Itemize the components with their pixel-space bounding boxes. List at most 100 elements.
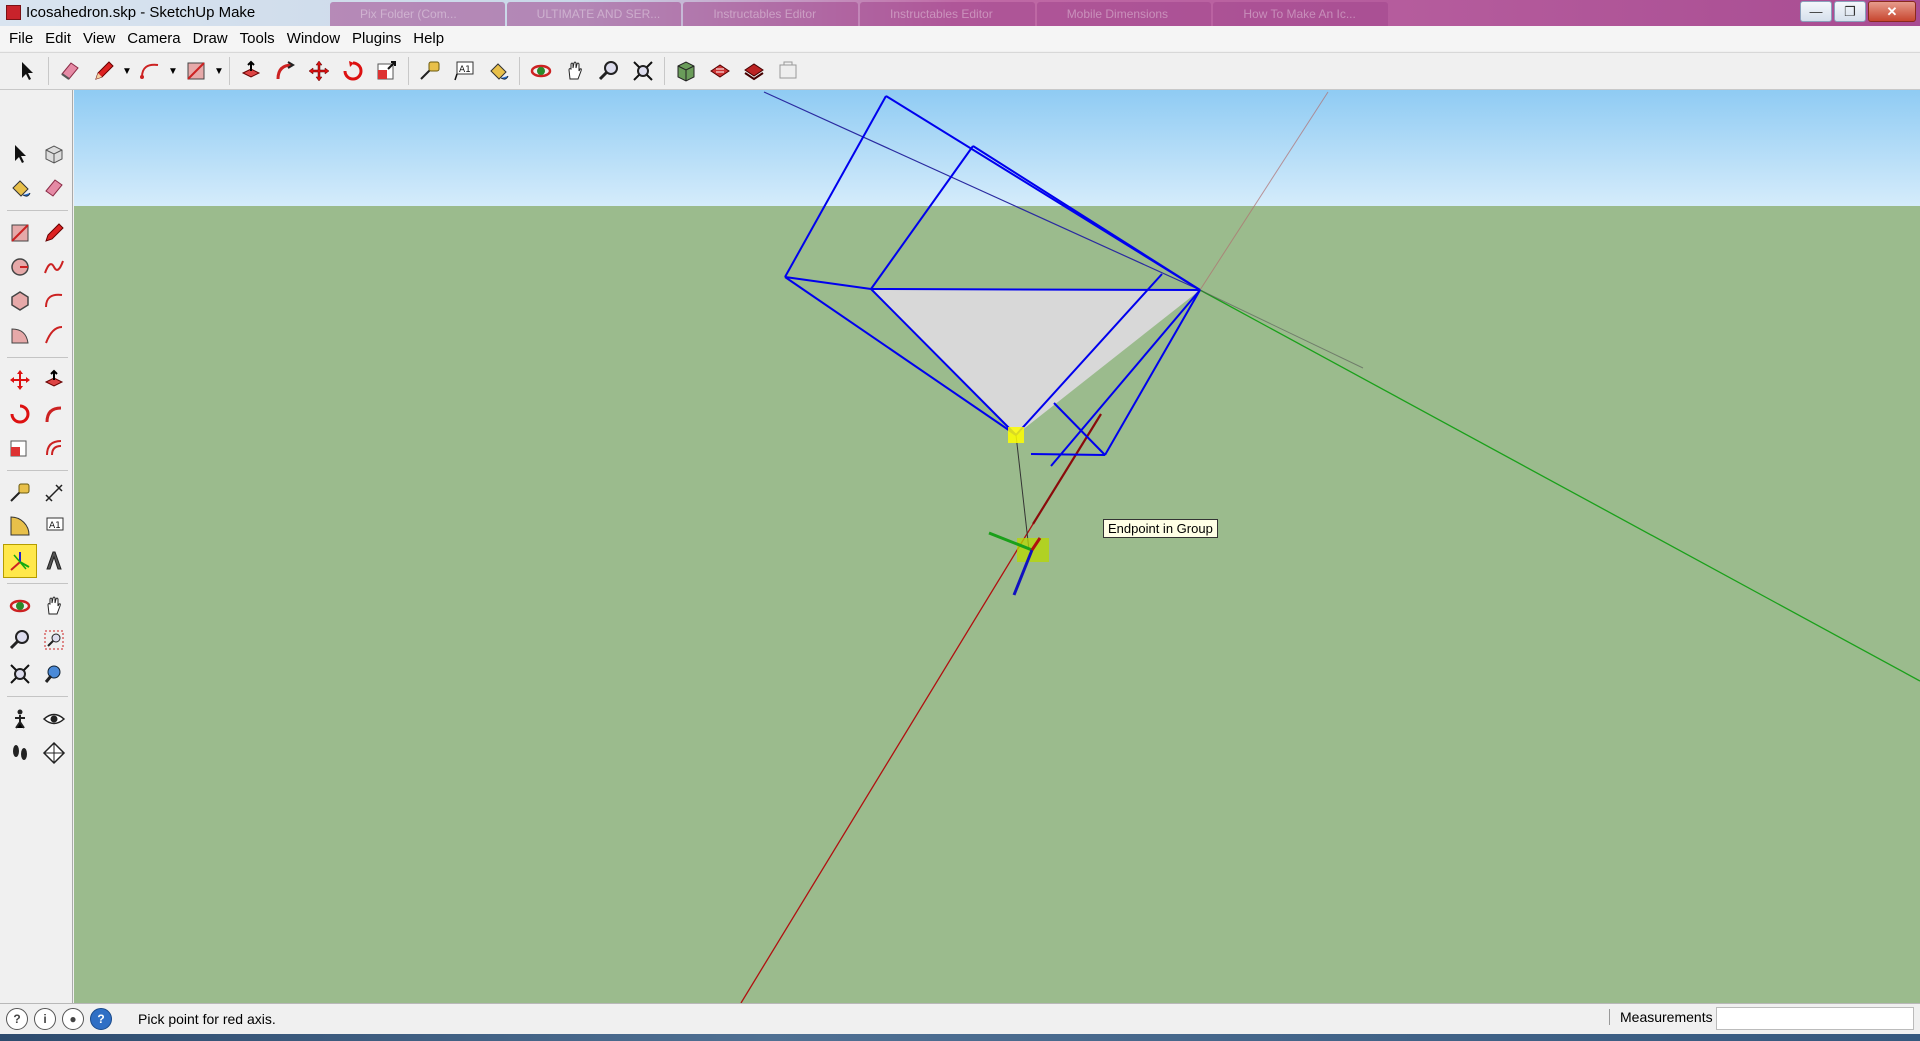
orbit-icon bbox=[530, 64, 552, 78]
svg-text:A1: A1 bbox=[459, 65, 471, 75]
menu-camera[interactable]: Camera bbox=[121, 26, 186, 51]
protractor-icon bbox=[10, 516, 30, 536]
follow-me-tool-button[interactable] bbox=[268, 56, 302, 86]
close-button[interactable]: ✕ bbox=[1868, 1, 1916, 22]
orbit-tool-button[interactable] bbox=[524, 56, 558, 86]
pan-tool-button[interactable] bbox=[558, 56, 592, 86]
inference-tooltip: Endpoint in Group bbox=[1103, 519, 1218, 538]
text-tool-button[interactable]: A1 bbox=[447, 56, 481, 86]
window-controls: — ❐ ✕ bbox=[1800, 1, 1916, 22]
model-canvas[interactable] bbox=[74, 90, 1920, 1003]
push-pull-tool-button[interactable] bbox=[37, 363, 71, 397]
rotate-tool-button[interactable] bbox=[336, 56, 370, 86]
section-plane-tool-button[interactable] bbox=[37, 736, 71, 770]
walk-tool-button[interactable] bbox=[3, 736, 37, 770]
two-point-arc-tool-button[interactable] bbox=[3, 318, 37, 352]
make-component-button[interactable] bbox=[37, 137, 71, 171]
share-model-button[interactable] bbox=[703, 56, 737, 86]
text-tool-button[interactable]: A1 bbox=[37, 510, 71, 544]
get-models-button[interactable] bbox=[737, 56, 771, 86]
menu-edit[interactable]: Edit bbox=[39, 26, 77, 51]
eraser-tool-button[interactable] bbox=[37, 171, 71, 205]
sketchup-app-icon bbox=[6, 5, 21, 20]
zoom-extents-icon bbox=[10, 664, 30, 684]
zoom-extents-tool-button[interactable] bbox=[3, 657, 37, 691]
eye-icon bbox=[42, 713, 66, 725]
menu-tools[interactable]: Tools bbox=[234, 26, 281, 51]
3d-text-tool-button[interactable] bbox=[37, 544, 71, 578]
toolbar-separator bbox=[7, 352, 68, 358]
pencil-dropdown[interactable]: ▼ bbox=[121, 66, 133, 77]
arc-tool-button[interactable] bbox=[37, 284, 71, 318]
pencil-tool-button[interactable] bbox=[87, 56, 121, 86]
axes-tool-button[interactable] bbox=[3, 544, 37, 578]
menu-view[interactable]: View bbox=[77, 26, 121, 51]
minimize-icon: — bbox=[1809, 4, 1823, 19]
menu-help[interactable]: Help bbox=[407, 26, 450, 51]
toolbar-separator bbox=[519, 57, 520, 85]
offset-tool-button[interactable] bbox=[37, 431, 71, 465]
window-title: Icosahedron.skp - SketchUp Make bbox=[26, 4, 256, 21]
status-bar: ? i ● ? Pick point for red axis. Measure… bbox=[0, 1003, 1920, 1034]
scale-tool-button[interactable] bbox=[370, 56, 404, 86]
toolbar-separator bbox=[7, 205, 68, 211]
zoom-extents-tool-button[interactable] bbox=[626, 56, 660, 86]
paint-bucket-tool-button[interactable] bbox=[481, 56, 515, 86]
user-account-icon[interactable]: ● bbox=[62, 1008, 84, 1030]
pencil-icon bbox=[95, 61, 114, 80]
geo-location-icon[interactable]: ? bbox=[6, 1008, 28, 1030]
zoom-window-tool-button[interactable] bbox=[37, 623, 71, 657]
eraser-tool-button[interactable] bbox=[53, 56, 87, 86]
share-model-icon bbox=[710, 64, 730, 78]
select-tool-button[interactable] bbox=[3, 137, 37, 171]
scale-icon bbox=[377, 61, 396, 80]
rotate-tool-button[interactable] bbox=[3, 397, 37, 431]
menu-plugins[interactable]: Plugins bbox=[346, 26, 407, 51]
model-viewport[interactable]: Endpoint in Group bbox=[74, 90, 1920, 1003]
tape-measure-tool-button[interactable] bbox=[3, 476, 37, 510]
three-point-arc-tool-button[interactable] bbox=[37, 318, 71, 352]
maximize-button[interactable]: ❐ bbox=[1834, 1, 1866, 22]
line-tool-button[interactable] bbox=[37, 216, 71, 250]
orbit-tool-button[interactable] bbox=[3, 589, 37, 623]
scale-tool-button[interactable] bbox=[3, 431, 37, 465]
paint-bucket-tool-button[interactable] bbox=[3, 171, 37, 205]
polygon-tool-button[interactable] bbox=[3, 284, 37, 318]
follow-me-tool-button[interactable] bbox=[37, 397, 71, 431]
tape-measure-tool-button[interactable] bbox=[413, 56, 447, 86]
toolbar-separator bbox=[48, 57, 49, 85]
previous-view-button[interactable] bbox=[37, 657, 71, 691]
pan-tool-button[interactable] bbox=[37, 589, 71, 623]
move-tool-button[interactable] bbox=[3, 363, 37, 397]
push-pull-tool-button[interactable] bbox=[234, 56, 268, 86]
freehand-tool-button[interactable] bbox=[37, 250, 71, 284]
zoom-tool-button[interactable] bbox=[3, 623, 37, 657]
zoom-tool-button[interactable] bbox=[592, 56, 626, 86]
move-tool-button[interactable] bbox=[302, 56, 336, 86]
section-plane-icon bbox=[42, 741, 66, 765]
menu-window[interactable]: Window bbox=[281, 26, 346, 51]
rectangle-tool-button[interactable] bbox=[179, 56, 213, 86]
3d-warehouse-button[interactable] bbox=[669, 56, 703, 86]
credits-icon[interactable]: i bbox=[34, 1008, 56, 1030]
arc-dropdown[interactable]: ▼ bbox=[167, 66, 179, 77]
rectangle-tool-button[interactable] bbox=[3, 216, 37, 250]
circle-icon bbox=[11, 258, 29, 276]
circle-tool-button[interactable] bbox=[3, 250, 37, 284]
rectangle-dropdown[interactable]: ▼ bbox=[213, 66, 225, 77]
extension-button[interactable] bbox=[771, 56, 805, 86]
rotate-icon bbox=[10, 404, 30, 424]
minimize-button[interactable]: — bbox=[1800, 1, 1832, 22]
protractor-tool-button[interactable] bbox=[3, 510, 37, 544]
arc-tool-button[interactable] bbox=[133, 56, 167, 86]
instructor-help-icon[interactable]: ? bbox=[90, 1008, 112, 1030]
move-icon bbox=[10, 370, 30, 390]
select-tool-button[interactable] bbox=[10, 56, 44, 86]
menu-file[interactable]: File bbox=[3, 26, 39, 51]
position-camera-tool-button[interactable] bbox=[3, 702, 37, 736]
menu-draw[interactable]: Draw bbox=[187, 26, 234, 51]
measurements-input[interactable] bbox=[1716, 1007, 1914, 1030]
background-tab: Mobile Dimensions bbox=[1036, 2, 1212, 26]
look-around-tool-button[interactable] bbox=[37, 702, 71, 736]
dimension-tool-button[interactable] bbox=[37, 476, 71, 510]
